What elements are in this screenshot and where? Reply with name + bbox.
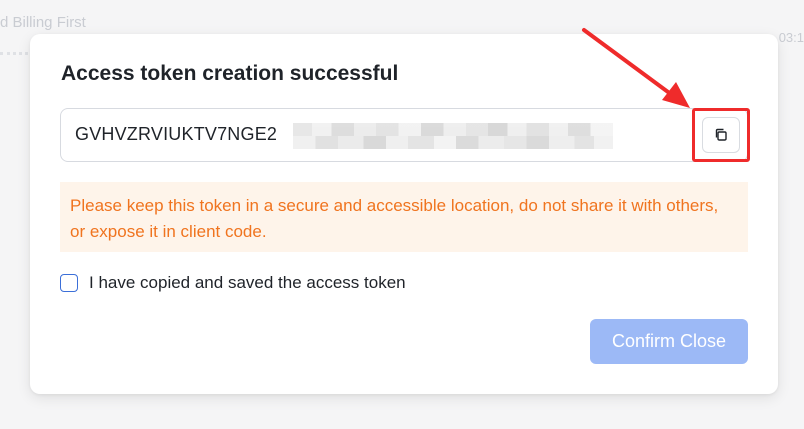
- copy-button[interactable]: [702, 117, 740, 153]
- checkbox-label: I have copied and saved the access token: [89, 273, 406, 292]
- background-title: d Billing First: [0, 14, 86, 31]
- token-redaction: [293, 123, 613, 149]
- confirm-close-button[interactable]: Confirm Close: [590, 319, 748, 364]
- copied-checkbox[interactable]: [60, 274, 78, 292]
- copy-icon: [715, 128, 727, 141]
- warning-notice: Please keep this token in a secure and a…: [60, 182, 748, 252]
- confirm-copied-checkbox-row[interactable]: I have copied and saved the access token: [60, 271, 406, 295]
- dialog-title: Access token creation successful: [61, 62, 399, 85]
- background-time: 03:1: [778, 30, 804, 45]
- token-value: GVHVZRVIUKTV7NGE2: [75, 124, 278, 144]
- token-field[interactable]: GVHVZRVIUKTV7NGE2: [60, 108, 748, 162]
- token-dialog: Access token creation successful GVHVZRV…: [30, 34, 778, 394]
